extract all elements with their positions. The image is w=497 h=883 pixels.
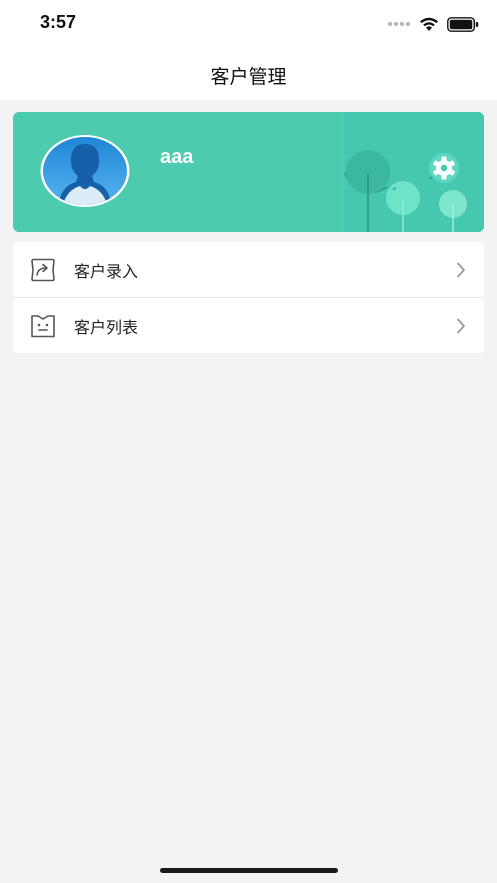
wifi-icon [420, 17, 438, 31]
menu-list: 客户录入 客户列表 [13, 242, 484, 353]
menu-item-customer-entry[interactable]: 客户录入 [13, 242, 484, 297]
nav-bar: 客户管理 [0, 50, 497, 100]
chevron-right-icon [457, 318, 465, 333]
username: aaa [160, 146, 194, 168]
user-avatar-icon [40, 135, 130, 207]
page-title: 客户管理 [210, 66, 287, 88]
status-time: 3:57 [40, 12, 77, 32]
status-icons [387, 14, 479, 34]
gear-icon[interactable] [428, 152, 460, 184]
menu-item-label: 客户录入 [74, 261, 139, 281]
status-bar: 3:57 [0, 0, 497, 50]
menu-item-customer-list[interactable]: 客户列表 [13, 297, 484, 353]
menu-item-label: 客户列表 [74, 317, 139, 337]
profile-card: aaa [13, 112, 484, 232]
home-indicator[interactable] [160, 868, 338, 873]
battery-icon [447, 16, 479, 32]
tree-illustration-icon [342, 112, 467, 232]
chevron-right-icon [457, 262, 465, 277]
cellular-dots-icon [387, 21, 411, 27]
list-face-icon [31, 314, 55, 337]
share-forward-icon [31, 258, 55, 281]
